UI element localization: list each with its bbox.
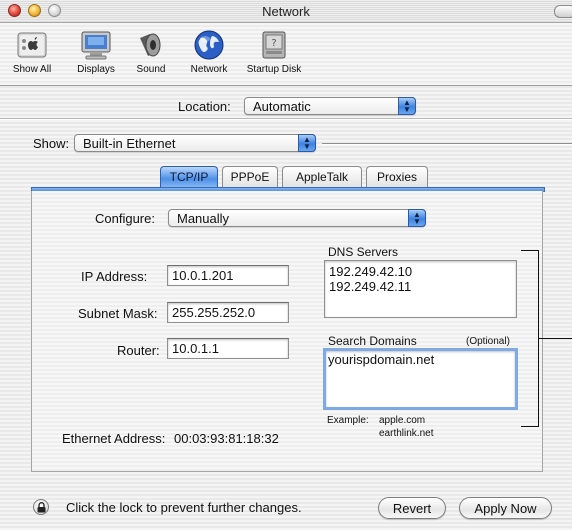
lock-icon <box>37 502 46 513</box>
tcpip-panel <box>31 191 543 472</box>
tab-proxies[interactable]: Proxies <box>366 166 428 187</box>
toolbar-toggle-button[interactable] <box>554 5 572 18</box>
configure-popup[interactable]: Manually ▲ ▼ <box>168 209 426 227</box>
tab-label: PPPoE <box>230 170 270 184</box>
speaker-icon <box>134 28 168 62</box>
subnet-mask-label: Subnet Mask: <box>78 306 158 321</box>
svg-text:?: ? <box>271 38 276 49</box>
toolbar-label-displays: Displays <box>77 64 115 75</box>
toolbar-label-sound: Sound <box>136 64 166 75</box>
bracket-line <box>521 250 539 427</box>
search-domains-label: Search Domains <box>328 334 417 348</box>
tab-pppoe[interactable]: PPPoE <box>222 166 278 187</box>
location-label: Location: <box>178 99 231 114</box>
toolbar-item-show-all[interactable]: Show All <box>8 28 56 75</box>
router-label: Router: <box>117 343 160 358</box>
window-title: Network <box>262 4 310 19</box>
dns-servers-label: DNS Servers <box>328 245 399 259</box>
popup-arrows-icon: ▲ ▼ <box>408 209 426 227</box>
ip-address-field[interactable]: 10.0.1.201 <box>167 265 289 286</box>
example-label: Example: <box>327 415 369 426</box>
apply-now-button[interactable]: Apply Now <box>459 497 552 519</box>
tab-label: Proxies <box>376 170 417 184</box>
toolbar-label-show-all: Show All <box>12 64 52 75</box>
tab-appletalk[interactable]: AppleTalk <box>282 166 362 187</box>
dns-servers-textarea[interactable]: 192.249.42.10 192.249.42.11 <box>324 260 517 318</box>
configure-value: Manually <box>177 211 230 226</box>
separator-line <box>322 143 572 145</box>
toolbar-item-sound[interactable]: Sound <box>127 28 175 75</box>
tab-label: TCP/IP <box>169 170 209 184</box>
tab-label: AppleTalk <box>295 170 349 184</box>
search-domain-entry: yourispdomain.net <box>328 352 435 367</box>
subnet-mask-field[interactable]: 255.255.252.0 <box>167 302 289 323</box>
dns-server-entry: 192.249.42.10 <box>329 264 413 279</box>
toolbar-label-startup-disk: Startup Disk <box>246 64 302 75</box>
popup-arrows-icon: ▲ ▼ <box>398 97 416 115</box>
title-bar: Network <box>0 0 572 23</box>
dns-server-entry: 192.249.42.11 <box>329 279 412 294</box>
ip-address-label: IP Address: <box>81 269 148 284</box>
location-value: Automatic <box>253 99 311 114</box>
show-value: Built-in Ethernet <box>83 136 176 151</box>
ethernet-address-label: Ethernet Address: <box>62 431 166 446</box>
revert-button[interactable]: Revert <box>378 497 446 519</box>
ethernet-address-value: 00:03:93:81:18:32 <box>174 431 279 446</box>
toolbar-item-displays[interactable]: Displays <box>72 28 120 75</box>
location-popup[interactable]: Automatic ▲ ▼ <box>244 97 416 115</box>
separator-line <box>0 118 572 120</box>
toolbar-item-network[interactable]: Network <box>183 28 235 75</box>
toolbar-item-startup-disk[interactable]: ? Startup Disk <box>242 28 306 75</box>
disk-icon: ? <box>257 28 291 62</box>
bracket-connector <box>539 338 572 339</box>
configure-label: Configure: <box>95 211 155 226</box>
lock-text: Click the lock to prevent further change… <box>66 500 302 515</box>
toolbar-label-network: Network <box>190 64 228 75</box>
example-value: earthlink.net <box>379 428 434 439</box>
search-domains-optional: (Optional) <box>466 336 510 347</box>
search-domains-textarea[interactable]: yourispdomain.net <box>323 348 518 410</box>
example-value: apple.com <box>379 415 426 426</box>
apple-show-all-icon <box>15 28 49 62</box>
toolbar: Show All Displays Sound Network ? Startu… <box>0 23 572 86</box>
show-label: Show: <box>33 136 70 151</box>
show-popup[interactable]: Built-in Ethernet ▲ ▼ <box>74 134 316 152</box>
lock-button[interactable] <box>33 499 49 515</box>
globe-icon <box>192 28 226 62</box>
popup-arrows-icon: ▲ ▼ <box>298 134 316 152</box>
router-field[interactable]: 10.0.1.1 <box>167 338 289 359</box>
tab-tcpip[interactable]: TCP/IP <box>160 166 218 187</box>
display-monitor-icon <box>79 28 113 62</box>
